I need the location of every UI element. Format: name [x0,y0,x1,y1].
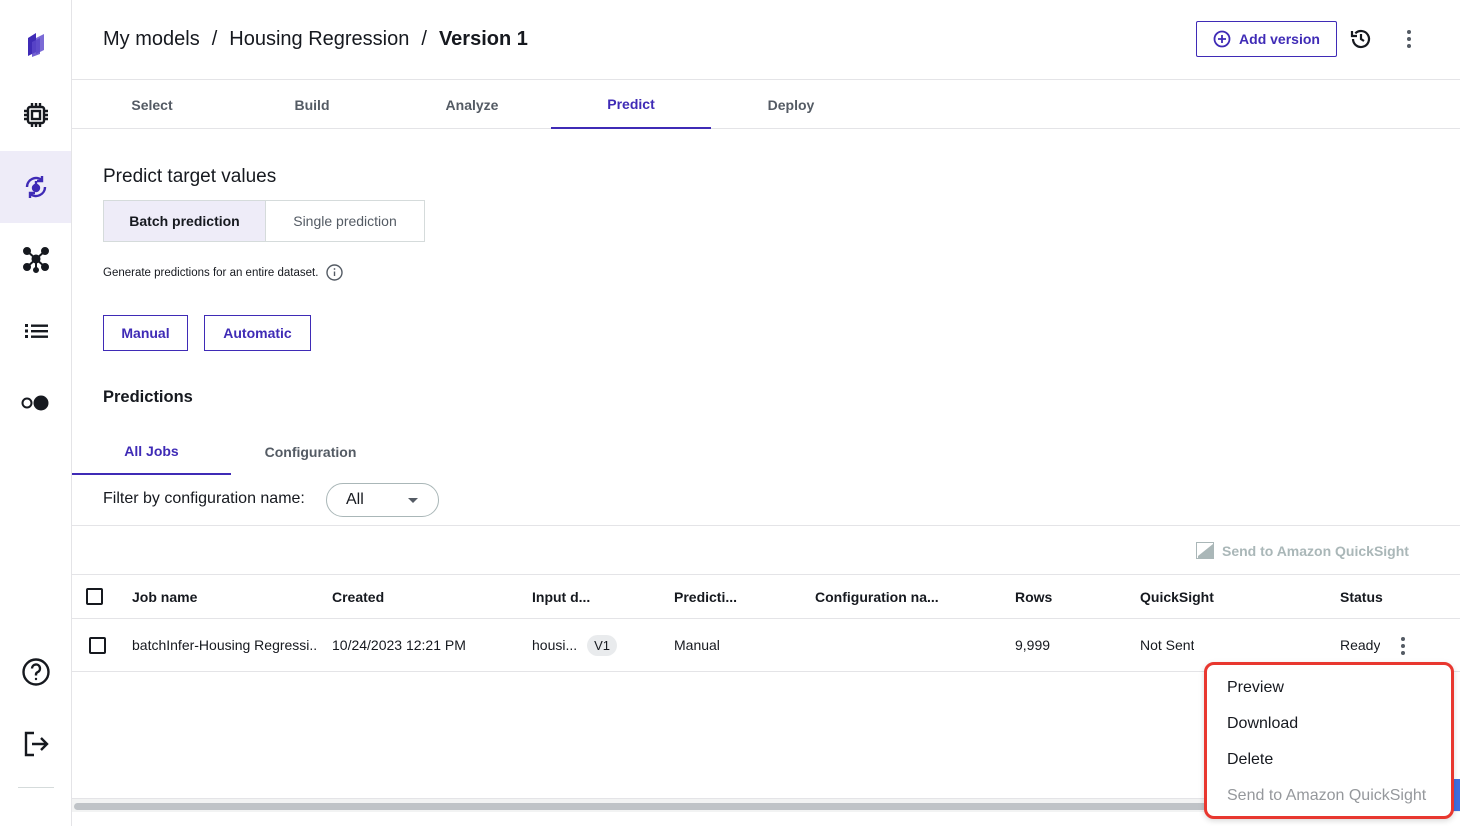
tab-all-jobs[interactable]: All Jobs [72,428,231,475]
quicksight-icon [1196,542,1214,559]
table-header: Job name Created Input d... Predicti... … [72,574,1460,619]
toggle-icon[interactable] [0,367,71,439]
breadcrumb-current: Version 1 [438,28,528,50]
left-rail [0,0,72,826]
network-icon[interactable] [0,223,71,295]
filter-label: Filter by configuration name: [103,490,305,507]
breadcrumb-separator: / [211,28,218,50]
column-header-rows[interactable]: Rows [1015,575,1052,618]
menu-item-preview[interactable]: Preview [1227,679,1284,697]
menu-item-download[interactable]: Download [1227,715,1298,733]
tab-build[interactable]: Build [232,80,392,129]
column-header-job-name[interactable]: Job name [132,575,197,618]
canvas-logo-icon[interactable] [0,8,71,80]
plus-circle-icon [1213,30,1231,48]
input-dataset-name: housi... [532,637,578,653]
predictions-tabs: All Jobs Configuration [72,428,472,475]
tab-deploy[interactable]: Deploy [711,80,871,129]
model-steps-tabs: Select Build Analyze Predict Deploy [72,80,1460,129]
batch-hint-text: Generate predictions for an entire datas… [103,266,319,279]
caret-down-icon [408,498,418,503]
sign-out-icon[interactable] [0,708,71,780]
input-dataset-cell: housi... V1 [532,619,618,671]
predict-title: Predict target values [103,166,277,187]
breadcrumb-separator: / [421,28,427,50]
more-vertical-icon[interactable] [1396,26,1422,52]
rail-divider [18,787,54,788]
info-icon[interactable] [326,264,344,281]
column-header-created[interactable]: Created [332,575,384,618]
page-header: My models / Housing Regression / Version… [72,0,1460,80]
quicksight-cell: Not Sent [1140,637,1195,653]
row-actions-icon[interactable] [1400,637,1406,655]
list-icon[interactable] [0,295,71,367]
automatic-button[interactable]: Automatic [204,315,311,351]
tab-select[interactable]: Select [72,80,232,129]
tab-configuration[interactable]: Configuration [231,428,390,475]
rows-cell: 9,999 [1015,637,1051,653]
predictions-title: Predictions [103,388,193,406]
filter-value: All [346,491,364,508]
select-all-checkbox[interactable] [86,588,103,605]
menu-item-delete[interactable]: Delete [1227,751,1273,769]
column-header-input-dataset[interactable]: Input d... [532,575,590,618]
single-prediction-button[interactable]: Single prediction [266,201,424,241]
manual-button[interactable]: Manual [103,315,188,351]
breadcrumb: My models / Housing Regression / Version… [103,28,528,51]
prediction-mode-segmented-control: Batch prediction Single prediction [103,200,425,242]
batch-prediction-button[interactable]: Batch prediction [104,201,266,241]
created-cell: 10/24/2023 12:21 PM [332,637,466,653]
chip-icon[interactable] [0,79,71,151]
row-checkbox[interactable] [89,636,106,654]
tab-analyze[interactable]: Analyze [392,80,552,129]
row-actions-menu: Preview Download Delete Send to Amazon Q… [1204,662,1454,819]
history-icon[interactable] [1348,26,1374,52]
send-quicksight-button: Send to Amazon QuickSight [1196,542,1409,559]
send-quicksight-label: Send to Amazon QuickSight [1222,542,1409,559]
add-version-label: Add version [1239,31,1320,47]
job-name-cell[interactable]: batchInfer-Housing Regressi.. [132,619,325,671]
column-header-prediction-type[interactable]: Predicti... [674,575,737,618]
prediction-type-cell: Manual [674,637,720,653]
menu-item-send-quicksight: Send to Amazon QuickSight [1227,787,1427,804]
column-header-status[interactable]: Status [1340,575,1383,618]
column-header-configuration-name[interactable]: Configuration na... [815,575,939,618]
breadcrumb-housing-regression[interactable]: Housing Regression [229,28,409,51]
version-badge: V1 [587,634,618,656]
batch-hint: Generate predictions for an entire datas… [103,264,344,281]
header-select-cell [86,575,103,618]
ml-ops-icon[interactable] [0,151,71,223]
column-header-quicksight[interactable]: QuickSight [1140,575,1214,618]
breadcrumb-my-models[interactable]: My models [103,28,200,51]
help-icon[interactable] [0,636,71,708]
tab-predict[interactable]: Predict [551,80,711,129]
add-version-button[interactable]: Add version [1196,21,1337,57]
configuration-filter-select[interactable]: All [326,483,439,517]
row-select-cell [89,619,106,671]
